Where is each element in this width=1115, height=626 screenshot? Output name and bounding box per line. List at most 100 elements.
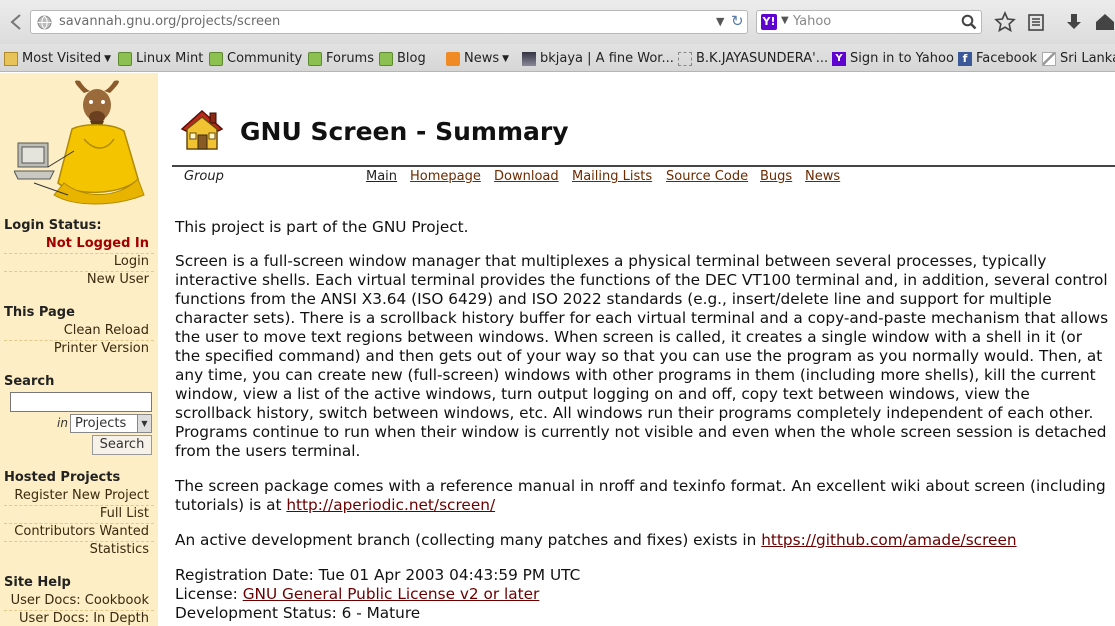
page-title: GNU Screen - Summary [240,117,569,146]
bookmark-label: Facebook [976,51,1038,66]
gnu-mascot-logo[interactable] [14,79,154,207]
project-house-icon [180,109,224,150]
magnifier-icon[interactable] [961,14,977,30]
tab-bugs[interactable]: Bugs [760,169,792,184]
reload-icon[interactable]: ↻ [731,12,744,30]
rss-icon [446,51,460,66]
page-icon [678,51,692,66]
full-list-link[interactable]: Full List [100,506,149,521]
license-label: License: [175,585,243,603]
manual-paragraph: The screen package comes with a referenc… [175,477,1111,515]
bookmark-community[interactable]: Community [209,50,302,67]
development-status: Development Status: 6 - Mature [175,604,421,622]
mint-icon [379,51,393,66]
mint-icon [308,51,322,66]
title-divider [172,165,1115,167]
search-scope-value: Projects [75,416,127,431]
bookmark-facebook[interactable]: f Facebook [958,50,1037,67]
bookmark-forums[interactable]: Forums [308,50,374,67]
mint-icon [118,51,132,66]
bookmark-linux-mint[interactable]: Linux Mint [118,50,203,67]
search-placeholder: Yahoo [793,14,832,29]
yahoo-icon: Y [832,51,846,66]
project-description: Screen is a full-screen window manager t… [175,252,1109,460]
gnu-project-note: This project is part of the GNU Project. [175,218,469,236]
cookbook-link[interactable]: User Docs: Cookbook [11,593,149,608]
tab-homepage[interactable]: Homepage [410,169,481,184]
license-line: License: GNU General Public License v2 o… [175,585,1111,604]
login-status-heading: Login Status: [4,218,102,233]
github-link[interactable]: https://github.com/amade/screen [761,531,1016,549]
dropdown-arrow-icon: ▼ [502,53,510,64]
yahoo-engine-icon[interactable]: Y! [761,14,777,30]
tab-download[interactable]: Download [494,169,559,184]
web-search-box[interactable]: Y! ▼ Yahoo [756,10,982,34]
bookmark-label: bkjaya | A fine Wor... [540,51,674,66]
tab-main[interactable]: Main [366,169,397,184]
bookmarks-toolbar: Most Visited ▼ Linux Mint Community Foru… [0,44,1115,72]
chevron-down-icon: ▼ [137,415,151,432]
search-scope-select[interactable]: Projects ▼ [70,414,152,433]
url-dropdown-icon[interactable]: ▼ [716,15,724,28]
in-depth-link[interactable]: User Docs: In Depth [19,611,149,626]
bookmark-label: News [464,51,500,66]
bookmark-label: Linux Mint [136,51,204,66]
search-heading: Search [4,374,55,389]
bookmark-label: Sri Lanka [1060,51,1115,66]
site-help-heading: Site Help [4,575,71,590]
home-icon[interactable] [1094,11,1115,33]
dropdown-arrow-icon: ▼ [104,53,112,64]
statistics-link[interactable]: Statistics [90,542,149,557]
tab-source-code[interactable]: Source Code [666,169,748,184]
bookmark-most-visited[interactable]: Most Visited ▼ [4,50,111,67]
bookmark-label: Sign in to Yahoo [850,51,954,66]
bookmark-sri-lanka[interactable]: Sri Lanka [1042,50,1115,67]
main-content: GNU Screen - Summary Group Main Homepage… [158,73,1115,626]
folder-icon [4,51,18,66]
download-icon[interactable] [1063,11,1085,33]
bookmark-blog[interactable]: Blog [379,50,426,67]
bookmark-label: Community [227,51,303,66]
bookmark-news[interactable]: News ▼ [446,50,509,67]
group-label: Group [184,169,224,184]
sidebar-search-input[interactable] [10,392,152,412]
image-icon [522,51,536,66]
engine-dropdown-icon[interactable]: ▼ [781,15,789,26]
printer-version-link[interactable]: Printer Version [54,341,149,356]
tab-news[interactable]: News [805,169,840,184]
license-link[interactable]: GNU General Public License v2 or later [243,585,540,603]
url-text: savannah.gnu.org/projects/screen [59,14,281,29]
dev-text: An active development branch (collecting… [175,531,762,549]
this-page-heading: This Page [4,305,75,320]
register-project-link[interactable]: Register New Project [14,488,149,503]
back-button-icon[interactable] [8,12,26,32]
registration-date: Registration Date: Tue 01 Apr 2003 04:43… [175,566,581,584]
bookmark-bkjaya[interactable]: bkjaya | A fine Wor... [522,50,674,67]
bookmarks-list-icon[interactable] [1025,11,1047,33]
new-user-link[interactable]: New User [87,272,149,287]
sidebar-search-button[interactable]: Search [92,435,152,455]
browser-navbar: savannah.gnu.org/projects/screen ▼ ↻ Y! … [0,0,1115,44]
bookmark-yahoo[interactable]: Y Sign in to Yahoo [832,50,954,67]
clean-reload-link[interactable]: Clean Reload [64,323,149,338]
login-link[interactable]: Login [114,254,149,269]
bookmark-label: Blog [397,51,426,66]
not-logged-in-status: Not Logged In [45,236,149,251]
url-bar[interactable]: savannah.gnu.org/projects/screen ▼ ↻ [30,10,748,34]
bookmark-jayasundera[interactable]: B.K.JAYASUNDERA'... [678,50,828,67]
bookmark-star-icon[interactable] [994,11,1016,33]
tab-mailing-lists[interactable]: Mailing Lists [572,169,652,184]
contributors-wanted-link[interactable]: Contributors Wanted [14,524,149,539]
flag-icon [1042,51,1056,66]
search-in-label: in [57,416,68,430]
wiki-link[interactable]: http://aperiodic.net/screen/ [286,496,495,514]
dev-branch-paragraph: An active development branch (collecting… [175,531,1111,550]
mint-icon [209,51,223,66]
bookmark-label: Most Visited [22,51,102,66]
hosted-projects-heading: Hosted Projects [4,470,121,485]
savannah-sidebar: Login Status: Not Logged In Login New Us… [0,73,158,626]
bookmark-label: B.K.JAYASUNDERA'... [696,51,829,66]
bookmark-label: Forums [326,51,374,66]
globe-icon [37,15,52,30]
facebook-icon: f [958,51,972,66]
